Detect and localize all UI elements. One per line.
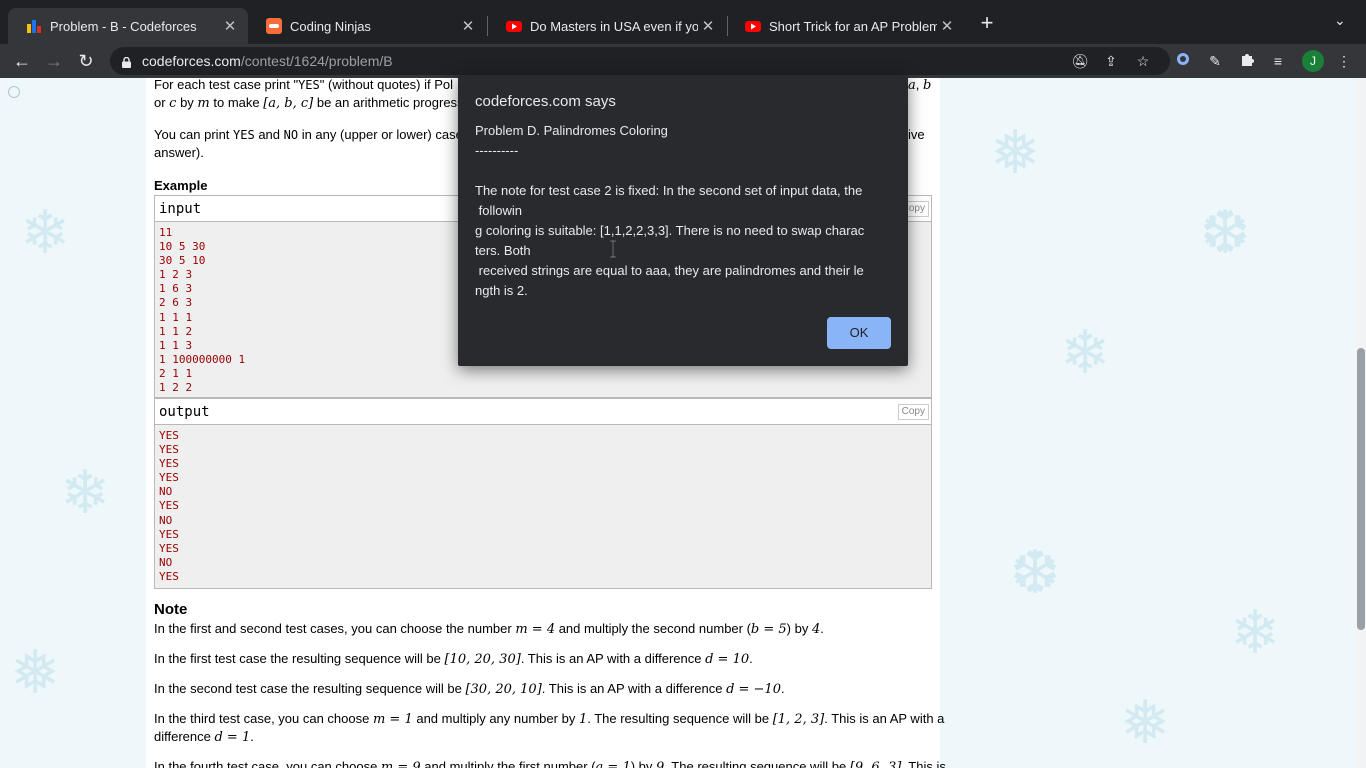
lock-icon	[122, 55, 131, 68]
copy-output-button[interactable]: Copy	[897, 404, 929, 420]
youtube-favicon-icon	[506, 18, 522, 34]
sidebar-toggle-icon[interactable]	[8, 86, 20, 98]
page-scrollbar-thumb[interactable]	[1357, 348, 1365, 630]
snowflake-icon: ❅	[990, 119, 1041, 186]
share-icon[interactable]: ⇪	[1101, 51, 1121, 71]
coding-ninjas-favicon-icon	[266, 18, 282, 34]
codeforces-favicon-icon	[26, 18, 42, 34]
snowflake-icon: ❄	[1060, 319, 1111, 386]
dialog-title: codeforces.com says	[475, 93, 616, 110]
snowflake-icon: ❄	[20, 199, 71, 266]
tab-title: Coding Ninjas	[290, 18, 371, 34]
forward-arrow-icon[interactable]: →	[42, 49, 66, 73]
snowflake-icon: ❄	[60, 459, 111, 526]
tab-strip: Problem - B - Codeforces ✕ Coding Ninjas…	[0, 0, 1366, 44]
tab-title: Problem - B - Codeforces	[50, 18, 197, 34]
extensions-puzzle-icon[interactable]	[1237, 51, 1257, 71]
alert-dialog: codeforces.com says Problem D. Palindrom…	[458, 75, 908, 366]
tab-title: Short Trick for an AP Problem -	[769, 18, 937, 34]
youtube-favicon-icon	[745, 18, 761, 34]
output-spec-line-1-right: a, b	[908, 78, 932, 93]
tab-title: Do Masters in USA even if you	[530, 18, 698, 34]
note-paragraph-5: In the fourth test case, you can choose …	[154, 759, 946, 768]
snowflake-icon: ❄	[1230, 599, 1281, 666]
pen-extension-icon[interactable]: ✎	[1205, 51, 1225, 71]
note-paragraph-4-line-2: difference d = 1.	[154, 729, 254, 745]
case-insensitive-note: You can print YES and NO in any (upper o…	[154, 127, 463, 142]
case-insensitive-note-line-2: answer).	[154, 145, 204, 160]
browser-toolbar: ← → ↻ codeforces.com/contest/1624/proble…	[0, 44, 1366, 78]
sample-output-box: output Copy YES YES YES YES NO YES NO YE…	[154, 398, 932, 589]
output-spec-line-1: For each test case print "YES" (without …	[154, 78, 453, 92]
close-tab-icon[interactable]: ✕	[698, 17, 718, 35]
notifications-blocked-icon[interactable]: 🔕︎	[1070, 51, 1090, 71]
note-paragraph-4: In the third test case, you can choose m…	[154, 711, 945, 727]
url-path: /contest/1624/problem/B	[240, 53, 393, 69]
tab-youtube-masters[interactable]: Do Masters in USA even if you ✕	[488, 8, 726, 44]
sample-output-text: YES YES YES YES NO YES NO YES YES NO YES	[159, 429, 179, 583]
reload-icon[interactable]: ↻	[74, 49, 98, 73]
note-paragraph-3: In the second test case the resulting se…	[154, 681, 785, 697]
snowflake-icon: ❆	[1010, 539, 1061, 606]
profile-avatar[interactable]: J	[1302, 50, 1324, 72]
snowflake-icon: ❅	[1120, 689, 1171, 756]
bookmark-star-icon[interactable]: ☆	[1133, 51, 1153, 71]
sample-output-header: output Copy	[155, 399, 931, 425]
note-paragraph-1: In the first and second test cases, you …	[154, 621, 824, 637]
close-tab-icon[interactable]: ✕	[937, 17, 957, 35]
snowflake-icon: ❆	[1200, 199, 1251, 266]
tab-problem-b[interactable]: Problem - B - Codeforces ✕	[8, 8, 248, 44]
dialog-message: Problem D. Palindromes Coloring --------…	[475, 123, 865, 298]
url-text: codeforces.com/contest/1624/problem/B	[142, 53, 393, 69]
close-tab-icon[interactable]: ✕	[458, 17, 478, 35]
address-bar[interactable]: codeforces.com/contest/1624/problem/B	[110, 47, 1170, 75]
ok-button[interactable]: OK	[827, 317, 891, 349]
text-cursor-icon	[609, 240, 617, 258]
menu-kebab-icon[interactable]: ⋮	[1334, 51, 1354, 71]
output-spec-line-2: or c by m to make [a, b, c] be an arithm…	[154, 95, 474, 111]
sample-output-title: output	[159, 404, 210, 420]
tab-search-chevron-icon[interactable]: ⌄	[1334, 12, 1346, 29]
back-arrow-icon[interactable]: ←	[10, 49, 34, 73]
snowflake-icon: ❅	[10, 639, 61, 706]
note-heading: Note	[154, 601, 188, 618]
example-heading: Example	[154, 178, 208, 193]
extension-icon[interactable]	[1173, 51, 1193, 71]
sample-input-title: input	[159, 201, 202, 217]
media-controls-icon[interactable]: ≡	[1268, 51, 1288, 71]
case-insensitive-note-right: ive	[908, 127, 925, 142]
tab-coding-ninjas[interactable]: Coding Ninjas ✕	[248, 8, 486, 44]
new-tab-plus-icon[interactable]: +	[976, 12, 998, 34]
close-tab-icon[interactable]: ✕	[220, 17, 240, 35]
tab-youtube-ap-trick[interactable]: Short Trick for an AP Problem - ✕	[727, 8, 965, 44]
note-paragraph-2: In the first test case the resulting seq…	[154, 651, 753, 667]
url-host: codeforces.com	[142, 53, 241, 69]
